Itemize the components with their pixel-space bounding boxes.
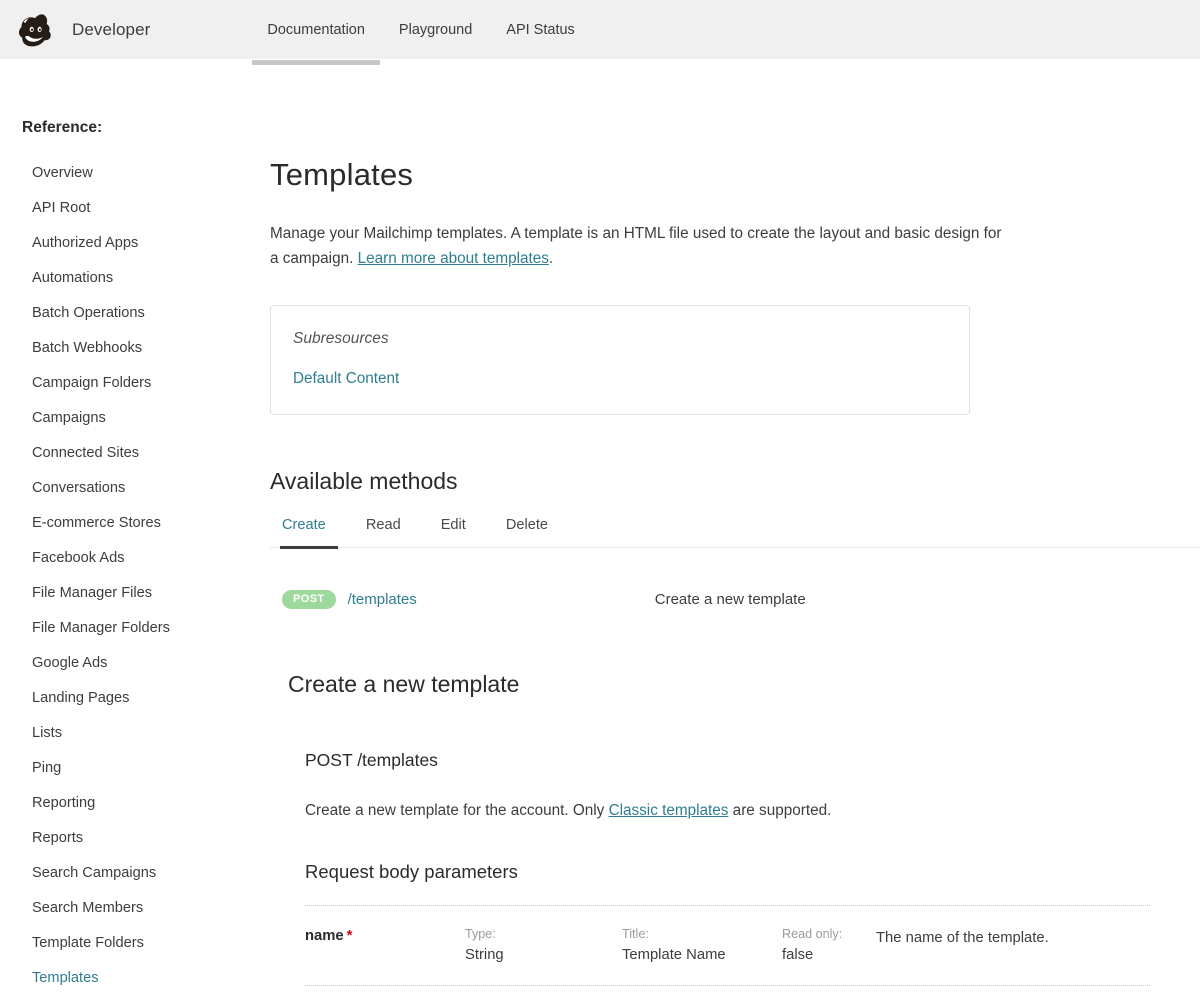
main-content: Templates Manage your Mailchimp template… [265, 59, 1200, 1000]
param-type-value: String [465, 947, 504, 963]
sidebar-item-search-members[interactable]: Search Members [22, 891, 265, 926]
top-nav-item-api-status[interactable]: API Status [489, 0, 592, 59]
top-nav-item-playground[interactable]: Playground [382, 0, 489, 59]
sidebar-item-conversations[interactable]: Conversations [22, 471, 265, 506]
sidebar-item-search-campaigns[interactable]: Search Campaigns [22, 856, 265, 891]
sidebar-item-templates[interactable]: Templates [22, 961, 265, 996]
subresources-panel: Subresources Default Content [270, 305, 970, 415]
top-nav: Documentation Playground API Status [250, 0, 592, 65]
sidebar-item-api-root[interactable]: API Root [22, 191, 265, 226]
learn-more-templates-link[interactable]: Learn more about templates [358, 250, 549, 267]
method-detail-section: Create a new template POST /templates Cr… [270, 671, 1200, 1000]
sidebar-item-facebook-ads[interactable]: Facebook Ads [22, 541, 265, 576]
method-tabs: Create Read Edit Delete [270, 517, 1200, 549]
sidebar-item-landing-pages[interactable]: Landing Pages [22, 681, 265, 716]
tab-label: Delete [505, 517, 549, 533]
method-row: POST /templates Create a new template [270, 548, 1200, 609]
sidebar-item-authorized-apps[interactable]: Authorized Apps [22, 226, 265, 261]
available-methods-section: Available methods Create Read Edit Delet… [270, 468, 1200, 609]
page-title: Templates [270, 157, 414, 192]
method-description: Create a new template [654, 591, 806, 608]
required-asterisk: * [346, 928, 353, 944]
sidebar-item-ping[interactable]: Ping [22, 751, 265, 786]
sidebar-item-campaigns[interactable]: Campaigns [22, 401, 265, 436]
param-description: The name of the template. [876, 930, 1049, 946]
sidebar-list: Overview API Root Authorized Apps Automa… [22, 156, 265, 1000]
sidebar-item-google-ads[interactable]: Google Ads [22, 646, 265, 681]
top-nav-label: API Status [506, 21, 575, 38]
available-methods-heading: Available methods [270, 468, 458, 494]
param-type-cell: Type: String [465, 926, 622, 965]
param-readonly-value: false [782, 947, 814, 963]
page-body: Reference: Overview API Root Authorized … [0, 59, 1200, 1000]
subresource-link-default-content[interactable]: Default Content [293, 370, 399, 387]
sidebar-item-automations[interactable]: Automations [22, 261, 265, 296]
sidebar: Reference: Overview API Root Authorized … [0, 59, 265, 1000]
param-title-value: Template Name [622, 947, 726, 963]
http-verb-badge-post: POST [282, 590, 336, 609]
tab-label: Read [365, 517, 401, 533]
sidebar-item-batch-webhooks[interactable]: Batch Webhooks [22, 331, 265, 366]
sidebar-item-campaign-folders[interactable]: Campaign Folders [22, 366, 265, 401]
param-title-cell: Title: Template Name [622, 926, 782, 965]
desc-text: Create a new template for the account. O… [305, 802, 609, 819]
method-detail-title: Create a new template [288, 671, 520, 697]
tab-delete[interactable]: Delete [486, 517, 568, 547]
top-nav-item-documentation[interactable]: Documentation [250, 0, 382, 65]
sidebar-item-overview[interactable]: Overview [22, 156, 265, 191]
endpoint-signature: POST /templates [305, 750, 438, 770]
tab-edit[interactable]: Edit [421, 517, 486, 547]
sidebar-item-file-manager-folders[interactable]: File Manager Folders [22, 611, 265, 646]
param-type-label: Type: [465, 927, 496, 941]
sidebar-item-default-content[interactable]: Default Content [22, 996, 265, 1000]
sidebar-item-template-folders[interactable]: Template Folders [22, 926, 265, 961]
method-path-link[interactable]: /templates [348, 591, 417, 608]
tab-read[interactable]: Read [346, 517, 421, 547]
param-readonly-label: Read only: [782, 927, 843, 941]
tab-create[interactable]: Create [270, 517, 346, 549]
table-row: name* Type: String Title: Template Name [305, 906, 1150, 986]
sidebar-item-batch-operations[interactable]: Batch Operations [22, 296, 265, 331]
request-body-parameters-heading: Request body parameters [305, 861, 518, 882]
param-name: name * [305, 926, 465, 944]
sidebar-item-ecommerce-stores[interactable]: E-commerce Stores [22, 506, 265, 541]
desc-text-tail: are supported. [728, 802, 832, 819]
subresources-heading: Subresources [293, 330, 389, 347]
brand-name: Developer [72, 19, 151, 39]
sidebar-item-file-manager-files[interactable]: File Manager Files [22, 576, 265, 611]
method-detail-description: Create a new template for the account. O… [305, 799, 1200, 823]
brand[interactable]: Developer [14, 9, 150, 51]
top-nav-label: Playground [398, 21, 473, 38]
page-intro: Manage your Mailchimp templates. A templ… [270, 221, 1010, 271]
mailchimp-freddie-logo-icon [18, 13, 51, 46]
sidebar-heading: Reference: [22, 119, 103, 136]
table-row: folder_id Type: String Title: Folder ID [305, 986, 1150, 1000]
sidebar-item-connected-sites[interactable]: Connected Sites [22, 436, 265, 471]
top-nav-label: Documentation [267, 21, 365, 38]
intro-text-tail: . [548, 250, 554, 267]
tab-label: Edit [440, 517, 466, 533]
site-header: Developer Documentation Playground API S… [0, 0, 1200, 65]
param-name-text: name [305, 928, 344, 944]
param-readonly-cell: Read only: false [782, 926, 876, 965]
request-body-parameters-table: name* Type: String Title: Template Name [305, 905, 1150, 1000]
param-title-label: Title: [622, 927, 649, 941]
sidebar-item-reports[interactable]: Reports [22, 821, 265, 856]
sidebar-item-lists[interactable]: Lists [22, 716, 265, 751]
classic-templates-link[interactable]: Classic templates [609, 802, 729, 819]
tab-label: Create [282, 517, 326, 533]
sidebar-item-reporting[interactable]: Reporting [22, 786, 265, 821]
